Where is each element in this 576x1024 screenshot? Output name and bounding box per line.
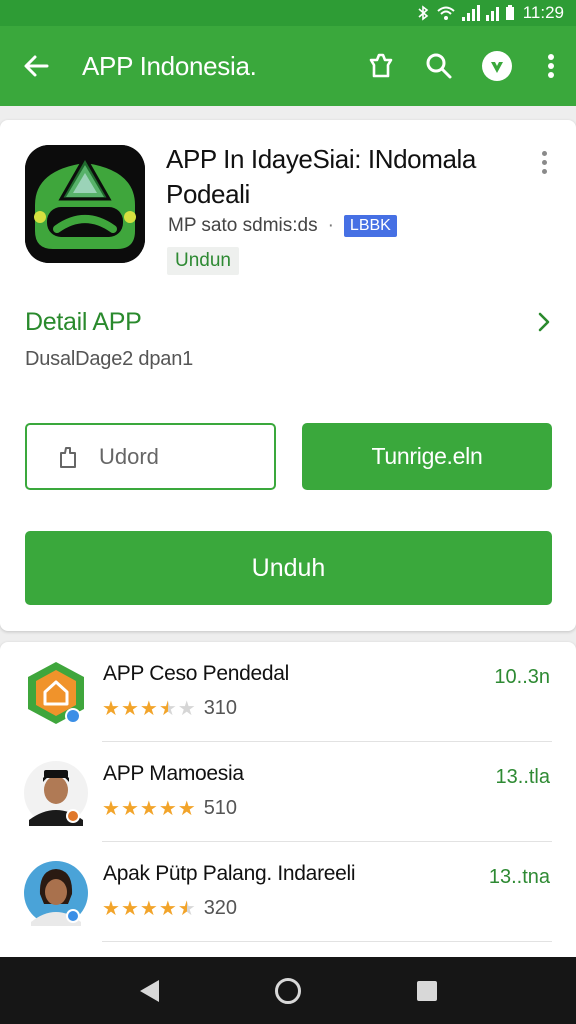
- card-more-button[interactable]: [532, 148, 556, 176]
- app-meta: MP sato sdmis:ds · LBBK: [168, 215, 397, 237]
- page-title: APP Indonesia.: [82, 50, 257, 81]
- star-icon: ★: [120, 797, 139, 820]
- list-item-size: 13..tna: [488, 866, 550, 888]
- solid-button[interactable]: Tunrige.eln: [302, 423, 552, 490]
- search-icon: [426, 53, 452, 79]
- list-item-size: 10..3n: [494, 666, 550, 688]
- share-button[interactable]: [352, 26, 410, 106]
- list-item[interactable]: Apak Pütp Palang. Indareeli ★ ★ ★ ★ ★ 320 13…: [0, 842, 576, 942]
- list-item[interactable]: APP Mamoesia ★ ★ ★ ★ ★ 510 13..tla: [0, 742, 576, 842]
- star-icon: ★: [120, 897, 139, 920]
- star-icon: ★: [177, 797, 196, 820]
- back-button[interactable]: [0, 26, 72, 106]
- star-icon: ★: [139, 697, 158, 720]
- rating-count: 320: [203, 897, 238, 919]
- status-bar: 11:29: [0, 0, 576, 26]
- star-icon: ★: [158, 697, 177, 720]
- list-item-name: Apak Pütp Palang. Indareeli: [103, 862, 356, 885]
- back-arrow-icon: [24, 55, 49, 77]
- star-icon: ★: [102, 897, 120, 920]
- nav-recents-icon: [416, 980, 437, 1001]
- related-apps-list: APP Ceso Pendedal ★ ★ ★ ★ ★ 310 10..3n APP M…: [0, 642, 576, 972]
- nav-back-icon: [140, 979, 160, 1002]
- star-icon: ★: [139, 797, 158, 820]
- star-icon: ★: [102, 797, 120, 820]
- rating-count: 510: [203, 797, 238, 819]
- nav-recents-button[interactable]: [397, 961, 457, 1021]
- star-icon: ★: [177, 697, 196, 720]
- app-detail-card: APP In IdayeSiai: INdomala Podeali MP sa…: [0, 120, 576, 631]
- star-icon: ★: [102, 697, 120, 720]
- star-icon: ★: [158, 897, 177, 920]
- list-item-rating: ★ ★ ★ ★ ★ 310: [102, 697, 237, 720]
- list-item-name: APP Mamoesia: [103, 762, 244, 785]
- outline-button[interactable]: Udord: [25, 423, 276, 490]
- more-options-button[interactable]: [526, 26, 576, 106]
- star-icon: ★: [139, 897, 158, 920]
- app-meta-text: MP sato sdmis:ds: [168, 215, 318, 236]
- navigation-bar: [0, 957, 576, 1024]
- outline-button-label: Udord: [99, 443, 159, 469]
- detail-row[interactable]: Detail APP: [25, 304, 552, 340]
- list-item-rating: ★ ★ ★ ★ ★ 320: [102, 897, 237, 920]
- rating-count: 310: [203, 697, 238, 719]
- man-avatar: [23, 760, 89, 826]
- app-badge: LBBK: [343, 215, 397, 237]
- status-icons: [416, 5, 515, 21]
- download-button[interactable]: Unduh: [25, 531, 552, 605]
- list-item-rating: ★ ★ ★ ★ ★ 510: [102, 797, 237, 820]
- house-icon: [23, 660, 89, 726]
- wifi-icon: [437, 6, 455, 20]
- app-name: APP In IdayeSiai: INdomala Podeali: [166, 144, 476, 209]
- play-protect-icon: [482, 51, 512, 81]
- nav-home-button[interactable]: [258, 961, 318, 1021]
- play-protect-button[interactable]: [468, 26, 526, 106]
- list-item-name: APP Ceso Pendedal: [103, 662, 289, 685]
- document-icon: [60, 446, 76, 468]
- star-rating: ★ ★ ★ ★ ★: [102, 899, 196, 919]
- app-bar: APP Indonesia.: [0, 26, 576, 106]
- battery-icon: [505, 5, 514, 20]
- detail-description: DusalDage2 dpan1: [25, 348, 194, 370]
- app-icon[interactable]: [25, 145, 145, 263]
- woman-avatar: [23, 860, 89, 926]
- star-icon: ★: [120, 697, 139, 720]
- chevron-right-icon: [538, 312, 550, 332]
- nav-back-button[interactable]: [119, 961, 179, 1021]
- install-chip[interactable]: Undun: [167, 247, 239, 275]
- android-robot-icon: [25, 145, 145, 263]
- detail-title: Detail APP: [25, 307, 142, 336]
- star-rating: ★ ★ ★ ★ ★: [102, 799, 196, 819]
- search-button[interactable]: [410, 26, 468, 106]
- list-item[interactable]: APP Ceso Pendedal ★ ★ ★ ★ ★ 310 10..3n: [0, 642, 576, 742]
- status-time: 11:29: [522, 3, 564, 22]
- list-item-size: 13..tla: [495, 766, 550, 788]
- nav-home-icon: [274, 977, 301, 1004]
- signal-icon: [461, 5, 480, 21]
- share-icon: [369, 53, 393, 78]
- star-rating: ★ ★ ★ ★ ★: [102, 699, 196, 719]
- star-icon: ★: [177, 897, 196, 920]
- star-icon: ★: [158, 797, 177, 820]
- more-vert-icon: [548, 54, 554, 78]
- signal-2-icon: [485, 5, 499, 21]
- bluetooth-icon: [418, 5, 428, 21]
